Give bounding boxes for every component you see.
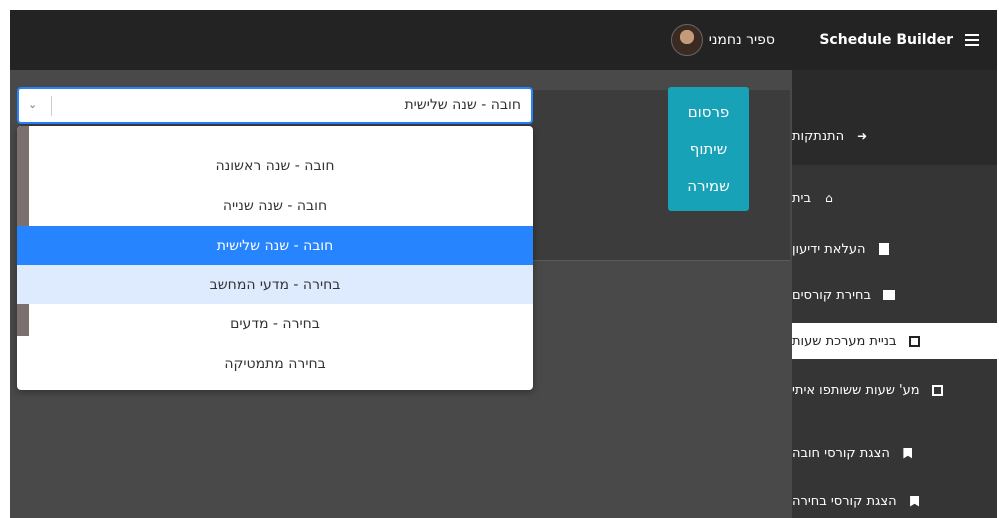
sidebar-item-label: הצגת קורסי חובה xyxy=(792,445,890,461)
chevron-down-icon[interactable]: ⌄ xyxy=(28,98,37,111)
course-category-select[interactable]: חובה - שנה שלישית ⌄ xyxy=(17,87,533,124)
select-option[interactable]: חובה - שנה ראשונה xyxy=(17,146,533,185)
share-button[interactable]: שיתוף xyxy=(690,140,728,158)
file-upload-icon xyxy=(878,243,890,255)
action-buttons: פרסום שיתוף שמירה xyxy=(668,87,749,211)
select-option[interactable]: חובה - שנה שנייה xyxy=(17,186,533,225)
sidebar-item-upload[interactable]: העלאת ידיעון xyxy=(792,231,997,267)
sign-out-icon: ➜ xyxy=(857,129,868,143)
hamburger-menu-icon[interactable] xyxy=(965,34,979,46)
select-separator xyxy=(51,96,52,116)
user-name[interactable]: ספיר נחמני xyxy=(709,32,775,48)
top-bar: ספיר נחמני Schedule Builder xyxy=(10,10,997,70)
select-value: חובה - שנה שלישית xyxy=(404,97,521,113)
select-option-focused[interactable]: בחירה - מדעי המחשב xyxy=(17,265,533,304)
sidebar-item-logout[interactable]: ➜ התנתקות xyxy=(792,118,997,154)
avatar[interactable] xyxy=(670,24,703,56)
sidebar-item-shared-schedules[interactable]: מע' שעות ששותפו איתי xyxy=(792,372,997,408)
calendar-share-icon xyxy=(932,384,944,396)
sidebar-item-label: התנתקות xyxy=(792,128,845,144)
save-button[interactable]: שמירה xyxy=(687,177,729,195)
select-option-selected[interactable]: חובה - שנה שלישית xyxy=(17,226,533,265)
sidebar-item-label: בחירת קורסים xyxy=(792,287,872,303)
select-option[interactable]: בחירה מתמטיקה xyxy=(17,344,533,383)
brand: Schedule Builder xyxy=(792,10,997,70)
user-menu[interactable]: ספיר נחמני xyxy=(670,24,775,56)
app-frame: ספיר נחמני Schedule Builder ➜ התנתקות ⌂ … xyxy=(10,10,997,518)
sidebar-item-build-schedule[interactable]: בניית מערכת שעות xyxy=(792,323,997,359)
brand-title: Schedule Builder xyxy=(819,32,953,48)
sidebar-item-label: הצגת קורסי בחירה xyxy=(792,493,897,509)
archive-icon xyxy=(883,289,896,301)
sidebar-item-label: בניית מערכת שעות xyxy=(792,333,897,349)
bookmark-icon xyxy=(902,447,914,459)
select-dropdown-menu: חובה - שנה ראשונה חובה - שנה שנייה חובה … xyxy=(17,126,533,390)
select-option[interactable]: בחירה - מדעים xyxy=(17,304,533,343)
bookmark-icon xyxy=(909,495,921,507)
sidebar-item-courses[interactable]: בחירת קורסים xyxy=(792,277,997,313)
home-icon: ⌂ xyxy=(825,191,833,205)
sidebar-item-home[interactable]: ⌂ בית xyxy=(792,180,997,216)
sidebar: ➜ התנתקות ⌂ בית העלאת ידיעון בחירת קורסי… xyxy=(792,70,997,518)
calendar-icon xyxy=(909,335,921,347)
sidebar-item-label: בית xyxy=(792,190,811,206)
sidebar-item-elective-courses[interactable]: הצגת קורסי בחירה xyxy=(792,483,997,518)
sidebar-item-label: העלאת ידיעון xyxy=(792,241,866,257)
sidebar-item-label: מע' שעות ששותפו איתי xyxy=(792,382,920,398)
sidebar-item-mandatory-courses[interactable]: הצגת קורסי חובה xyxy=(792,435,997,471)
publish-button[interactable]: פרסום xyxy=(688,103,730,121)
